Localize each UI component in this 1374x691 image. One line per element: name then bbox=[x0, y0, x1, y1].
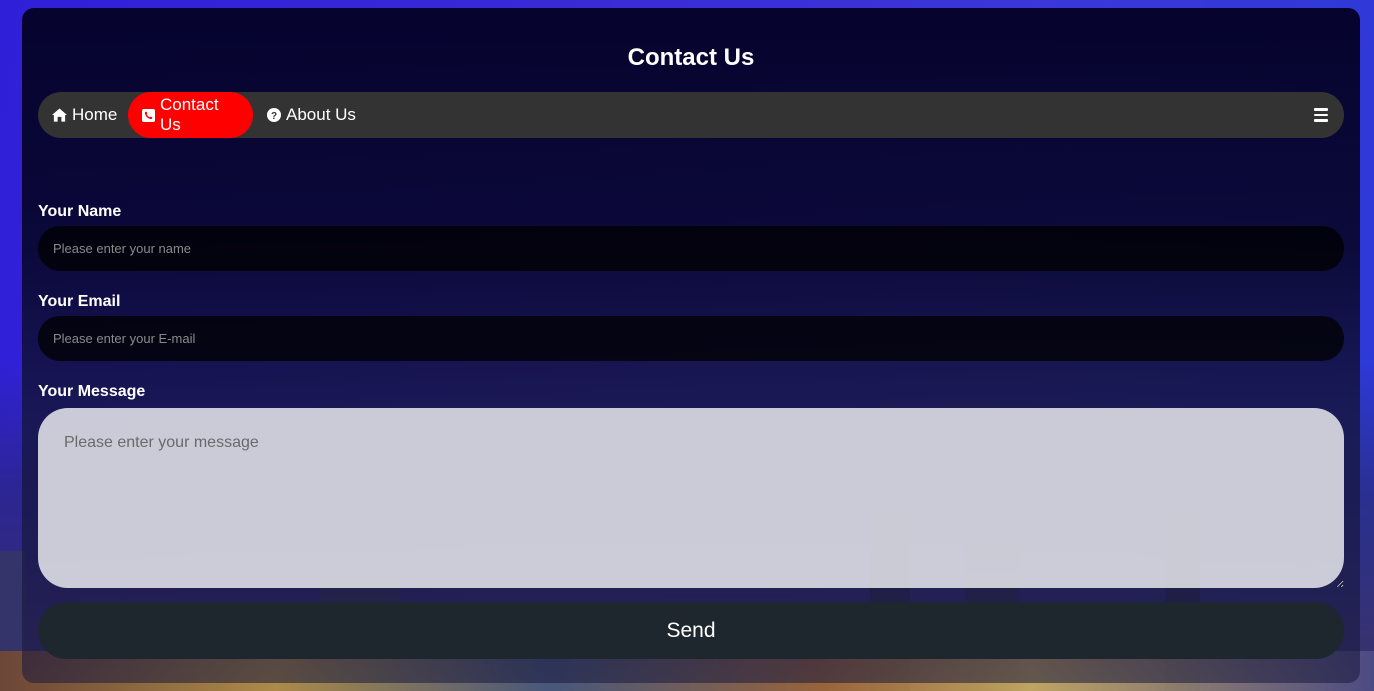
contact-panel: Contact Us Home Contact Us ? About Us Yo… bbox=[22, 8, 1360, 683]
nav-item-label: Contact Us bbox=[160, 95, 219, 134]
nav-item-contact-us[interactable]: Contact Us bbox=[128, 92, 253, 138]
question-circle-icon: ? bbox=[267, 108, 281, 122]
send-button[interactable]: Send bbox=[38, 602, 1344, 659]
nav-item-label: Home bbox=[72, 105, 118, 124]
svg-text:?: ? bbox=[271, 111, 277, 122]
nav-item-label: About Us bbox=[286, 105, 356, 124]
message-label: Your Message bbox=[38, 383, 146, 400]
nav-item-about-us[interactable]: ? About Us bbox=[253, 92, 370, 138]
phone-square-icon bbox=[142, 108, 155, 122]
name-input[interactable] bbox=[38, 226, 1344, 271]
page-title: Contact Us bbox=[627, 44, 755, 71]
name-label: Your Name bbox=[38, 203, 122, 220]
email-input[interactable] bbox=[38, 316, 1344, 361]
home-icon bbox=[52, 108, 67, 122]
navbar: Home Contact Us ? About Us bbox=[38, 92, 1344, 138]
hamburger-menu-icon[interactable] bbox=[1314, 108, 1328, 122]
nav-item-home[interactable]: Home bbox=[38, 92, 131, 138]
email-label: Your Email bbox=[38, 293, 121, 310]
message-textarea[interactable] bbox=[38, 408, 1344, 588]
